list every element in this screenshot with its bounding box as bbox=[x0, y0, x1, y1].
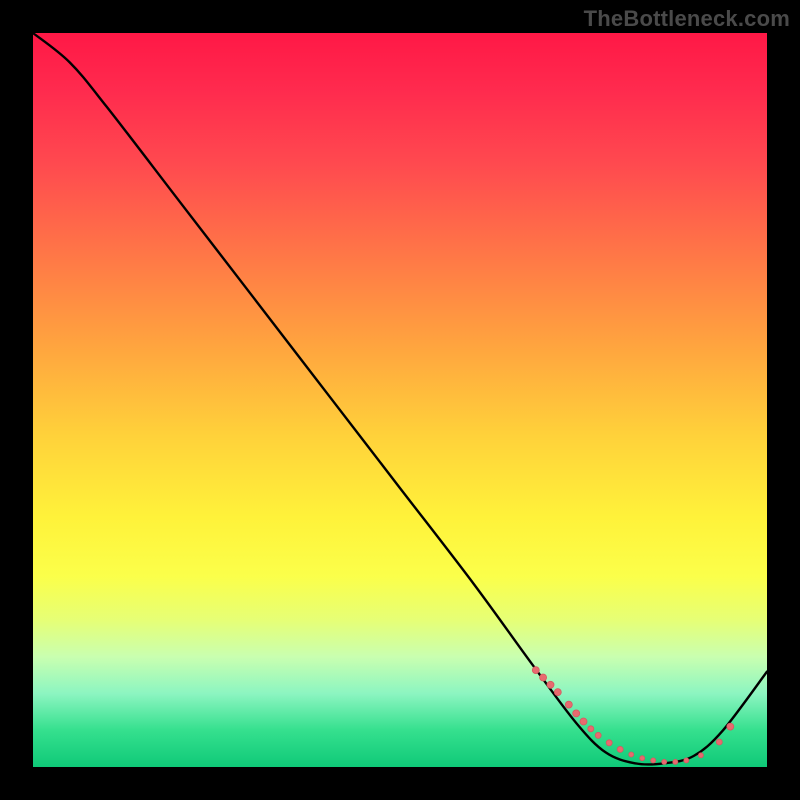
curve-marker bbox=[684, 758, 689, 763]
curve-marker bbox=[606, 740, 612, 746]
curve-marker bbox=[554, 689, 561, 696]
curve-marker bbox=[716, 739, 722, 745]
curve-marker bbox=[727, 723, 734, 730]
curve-marker bbox=[651, 758, 656, 763]
curve-marker bbox=[547, 681, 554, 688]
curve-marker bbox=[617, 746, 623, 752]
curve-marker bbox=[540, 674, 547, 681]
curve-marker bbox=[573, 710, 580, 717]
bottleneck-curve bbox=[33, 33, 767, 765]
curve-marker bbox=[640, 756, 645, 761]
curve-marker bbox=[588, 726, 594, 732]
curve-layer bbox=[33, 33, 767, 767]
chart-stage: TheBottleneck.com bbox=[0, 0, 800, 800]
watermark-text: TheBottleneck.com bbox=[584, 6, 790, 32]
curve-marker bbox=[565, 701, 572, 708]
curve-marker bbox=[698, 753, 703, 758]
curve-marker bbox=[673, 759, 678, 764]
curve-marker bbox=[532, 667, 539, 674]
curve-marker bbox=[662, 759, 667, 764]
curve-marker bbox=[580, 718, 587, 725]
plot-area bbox=[33, 33, 767, 767]
curve-marker bbox=[629, 752, 634, 757]
curve-marker bbox=[595, 732, 601, 738]
